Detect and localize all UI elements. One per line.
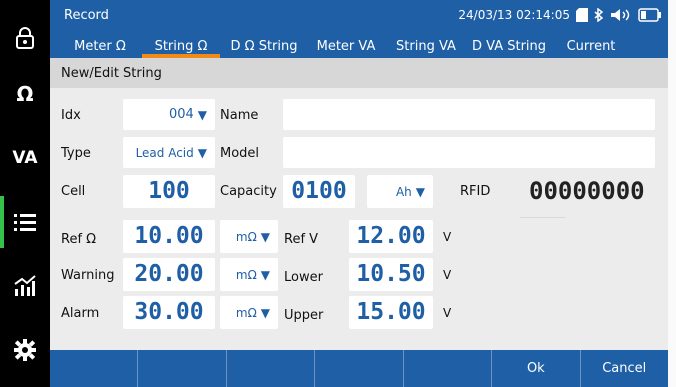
- function-key-3[interactable]: [227, 350, 316, 387]
- tab-string-va[interactable]: String VA: [390, 34, 462, 58]
- battery-icon: [638, 8, 661, 22]
- chart-icon: [14, 275, 36, 296]
- warning-value: 20.00: [134, 261, 204, 287]
- va-mode-button[interactable]: VA: [0, 126, 50, 190]
- form-title: New/Edit String: [61, 66, 162, 81]
- chevron-down-icon: ▼: [415, 184, 425, 199]
- function-key-bar: Ok Cancel: [50, 350, 668, 387]
- lower-value: 10.50: [356, 261, 426, 287]
- capacity-unit-dropdown[interactable]: Ah ▼: [367, 175, 433, 208]
- lower-label: Lower: [284, 270, 323, 285]
- ref-ohm-unit-dropdown[interactable]: mΩ ▼: [220, 220, 278, 253]
- ref-v-field[interactable]: 12.00: [349, 220, 433, 253]
- type-dropdown[interactable]: Lead Acid ▼: [123, 137, 215, 168]
- alarm-value: 30.00: [134, 299, 204, 325]
- upper-unit: V: [443, 306, 452, 320]
- speaker-icon: [611, 9, 630, 21]
- model-field[interactable]: [283, 137, 655, 168]
- alarm-unit-dropdown[interactable]: mΩ ▼: [220, 296, 278, 329]
- capacity-unit: Ah: [395, 184, 412, 199]
- warning-unit-dropdown[interactable]: mΩ ▼: [220, 258, 278, 291]
- capacity-value: 0100: [291, 178, 347, 204]
- ref-v-unit: V: [443, 230, 452, 244]
- lock-icon[interactable]: [0, 6, 50, 70]
- chevron-down-icon: ▼: [197, 107, 207, 122]
- rfid-label: RFID: [460, 184, 491, 199]
- type-label: Type: [61, 146, 91, 161]
- chevron-down-icon: ▼: [260, 229, 270, 244]
- model-label: Model: [220, 146, 260, 161]
- right-edge: [668, 0, 676, 387]
- chart-button[interactable]: [0, 254, 50, 318]
- ref-ohm-label: Ref Ω: [61, 232, 97, 247]
- list-icon: [14, 214, 36, 231]
- tab-meter-va[interactable]: Meter VA: [310, 34, 382, 58]
- function-key-1[interactable]: [50, 350, 139, 387]
- upper-field[interactable]: 15.00: [349, 296, 433, 329]
- rfid-value: 00000000: [529, 177, 645, 205]
- status-area: 24/03/13 02:14:05: [458, 8, 662, 22]
- tab-string-ohm[interactable]: String Ω: [142, 34, 220, 58]
- datetime: 24/03/13 02:14:05: [458, 8, 570, 22]
- bluetooth-icon: [594, 8, 604, 22]
- ohm-mode-button[interactable]: Ω: [0, 62, 50, 126]
- tab-d-ohm-string[interactable]: D Ω String: [222, 34, 306, 58]
- tab-bar: Meter Ω String Ω D Ω String Meter VA Str…: [50, 34, 668, 58]
- ohm-mode-label: Ω: [16, 82, 34, 106]
- chevron-down-icon: ▼: [260, 305, 270, 320]
- idx-dropdown[interactable]: 004 ▼: [123, 99, 215, 130]
- function-key-2[interactable]: [138, 350, 227, 387]
- type-value: Lead Acid: [135, 145, 194, 160]
- form-header: New/Edit String: [50, 58, 668, 88]
- idx-label: Idx: [61, 108, 81, 123]
- capacity-label: Capacity: [220, 184, 277, 199]
- ref-v-value: 12.00: [356, 223, 426, 249]
- function-key-4[interactable]: [315, 350, 404, 387]
- settings-icon: [14, 339, 36, 361]
- function-key-5[interactable]: [404, 350, 493, 387]
- warning-unit: mΩ: [235, 267, 257, 282]
- top-header: Record 24/03/13 02:14:05 Meter Ω String: [50, 0, 668, 58]
- list-button[interactable]: [0, 190, 50, 254]
- cell-label: Cell: [61, 184, 86, 199]
- alarm-unit: mΩ: [235, 305, 257, 320]
- ok-button[interactable]: Ok: [492, 350, 581, 387]
- ref-ohm-unit: mΩ: [235, 229, 257, 244]
- tab-d-va-string[interactable]: D VA String: [464, 34, 554, 58]
- lower-unit: V: [443, 268, 452, 282]
- tab-meter-ohm[interactable]: Meter Ω: [64, 34, 136, 58]
- left-sidebar: Ω VA: [0, 0, 50, 387]
- cell-value: 100: [148, 178, 190, 204]
- cell-field[interactable]: 100: [123, 175, 215, 208]
- app-title: Record: [64, 8, 109, 23]
- settings-button[interactable]: [0, 318, 50, 382]
- warning-field[interactable]: 20.00: [123, 258, 215, 291]
- device-screen: Ω VA Record 24/03/13 02:14:05 Meter Ω St…: [0, 0, 676, 387]
- ref-ohm-field[interactable]: 10.00: [123, 220, 215, 253]
- upper-value: 15.00: [356, 299, 426, 325]
- ref-ohm-value: 10.00: [134, 223, 204, 249]
- alarm-field[interactable]: 30.00: [123, 296, 215, 329]
- rfid-divider: [520, 217, 566, 218]
- chevron-down-icon: ▼: [260, 267, 270, 282]
- capacity-field[interactable]: 0100: [283, 175, 355, 208]
- alarm-label: Alarm: [61, 306, 100, 321]
- upper-label: Upper: [284, 308, 324, 323]
- warning-label: Warning: [61, 268, 115, 283]
- form-panel: New/Edit String Idx 004 ▼ Name Type Lead…: [50, 58, 668, 350]
- name-label: Name: [220, 108, 259, 123]
- name-field[interactable]: [283, 99, 655, 130]
- idx-value: 004: [168, 107, 194, 122]
- chevron-down-icon: ▼: [197, 145, 207, 160]
- cancel-button[interactable]: Cancel: [581, 350, 668, 387]
- sd-card-icon: [576, 8, 588, 22]
- lower-field[interactable]: 10.50: [349, 258, 433, 291]
- tab-current[interactable]: Current: [558, 34, 624, 58]
- va-mode-label: VA: [12, 148, 38, 168]
- ref-v-label: Ref V: [284, 232, 319, 247]
